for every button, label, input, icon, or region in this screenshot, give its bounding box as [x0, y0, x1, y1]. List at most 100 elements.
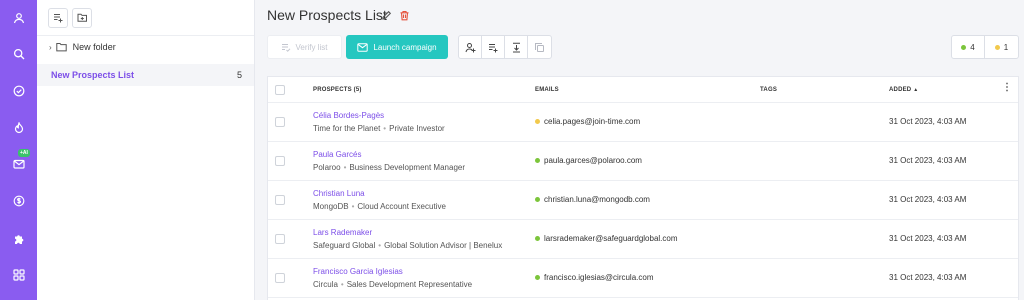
list-tools: [458, 35, 552, 59]
verify-list-button[interactable]: Verify list: [267, 35, 342, 59]
column-prospects[interactable]: PROSPECTS (5): [313, 87, 362, 93]
row-checkbox[interactable]: [275, 195, 285, 205]
table-row[interactable]: Christian Luna MongoDB • Cloud Account Exe…: [268, 181, 1018, 220]
prospect-email[interactable]: paula.garces@polaroo.com: [535, 156, 642, 165]
valid-status-dot: [961, 44, 967, 50]
valid-count-filter[interactable]: 4: [952, 36, 985, 58]
prospect-email[interactable]: christian.luna@mongodb.com: [535, 195, 650, 204]
prospects-table: PROSPECTS (5) EMAILS TAGS ADDED ▲ ⋮ Céli…: [267, 76, 1019, 300]
add-prospect-button[interactable]: [459, 36, 482, 58]
prospect-email[interactable]: francisco.iglesias@circula.com: [535, 273, 654, 282]
sidebar-item-new-prospects-list[interactable]: New Prospects List 5: [37, 64, 254, 86]
email-address: paula.garces@polaroo.com: [544, 156, 642, 165]
flame-icon[interactable]: [8, 117, 29, 138]
risky-count: 1: [1003, 42, 1009, 52]
risky-count-filter[interactable]: 1: [985, 36, 1018, 58]
prospect-details: Safeguard Global • Global Solution Advisor…: [313, 241, 502, 250]
prospect-email[interactable]: celia.pages@join-time.com: [535, 117, 640, 126]
email-address: christian.luna@mongodb.com: [544, 195, 650, 204]
add-folder-icon: [77, 13, 87, 22]
email-status-dot: [535, 197, 540, 202]
title-actions: [380, 9, 410, 21]
add-folder-button[interactable]: [72, 7, 92, 28]
mail-icon: [357, 42, 369, 52]
row-checkbox[interactable]: [275, 117, 285, 127]
launch-campaign-label: Launch campaign: [373, 42, 437, 52]
prospect-title: Business Development Manager: [349, 163, 466, 172]
prospect-title: Global Solution Advisor | Benelux: [384, 241, 503, 250]
search-icon[interactable]: [8, 43, 29, 64]
table-body: Célia Bordes-Pagès Time for the Planet • P…: [268, 103, 1018, 298]
table-row[interactable]: Francisco Garcia Iglesias Circula • Sales …: [268, 259, 1018, 298]
separator-dot: •: [383, 124, 387, 133]
separator-dot: •: [343, 163, 347, 172]
prospect-name[interactable]: Lars Rademaker: [313, 228, 372, 237]
prospect-name[interactable]: Francisco Garcia Iglesias: [313, 267, 403, 276]
prospect-company: Circula: [313, 280, 338, 289]
prospect-title: Cloud Account Executive: [357, 202, 446, 211]
more-options-icon[interactable]: ⋮: [1002, 83, 1012, 93]
select-all-checkbox[interactable]: [275, 85, 285, 95]
column-added-label: ADDED: [889, 87, 912, 93]
launch-campaign-button[interactable]: Launch campaign: [346, 35, 448, 59]
column-added[interactable]: ADDED ▲: [889, 87, 918, 93]
prospect-email[interactable]: larsrademaker@safeguardglobal.com: [535, 234, 678, 243]
list-name: New Prospects List: [51, 70, 135, 80]
prospect-company: Safeguard Global: [313, 241, 376, 250]
prospect-name[interactable]: Christian Luna: [313, 189, 365, 198]
row-checkbox[interactable]: [275, 234, 285, 244]
download-icon: [512, 42, 520, 52]
lists-toolbar: [37, 0, 254, 36]
prospect-title: Sales Development Representative: [346, 280, 473, 289]
table-row[interactable]: Lars Rademaker Safeguard Global • Global S…: [268, 220, 1018, 259]
prospect-name[interactable]: Célia Bordes-Pagès: [313, 111, 384, 120]
add-to-list-button[interactable]: [482, 36, 505, 58]
added-date: 31 Oct 2023, 4:03 AM: [889, 195, 967, 204]
table-row[interactable]: Paula Garcés Polaroo • Business Developmen…: [268, 142, 1018, 181]
list-count: 5: [236, 70, 242, 80]
table-row[interactable]: Célia Bordes-Pagès Time for the Planet • P…: [268, 103, 1018, 142]
verify-list-icon: [282, 43, 291, 52]
check-circle-icon[interactable]: [8, 80, 29, 101]
email-status-dot: [535, 119, 540, 124]
prospect-details: Circula • Sales Development Representative: [313, 280, 472, 289]
dollar-icon[interactable]: [8, 190, 29, 211]
add-user-icon: [465, 42, 475, 52]
table-header: PROSPECTS (5) EMAILS TAGS ADDED ▲ ⋮: [268, 77, 1018, 103]
separator-dot: •: [340, 280, 344, 289]
prospect-company: Time for the Planet: [313, 124, 381, 133]
add-list-icon: [488, 43, 497, 52]
puzzle-icon[interactable]: [8, 228, 29, 249]
column-tags[interactable]: TAGS: [760, 87, 777, 93]
add-list-button[interactable]: [48, 7, 68, 28]
column-emails[interactable]: EMAILS: [535, 87, 559, 93]
added-date: 31 Oct 2023, 4:03 AM: [889, 273, 967, 282]
valid-count: 4: [970, 42, 975, 52]
delete-list-button[interactable]: [398, 9, 410, 21]
copy-icon: [535, 42, 544, 52]
main-content: New Prospects List Verify list Launch ca…: [255, 0, 1024, 300]
trash-icon: [400, 10, 408, 20]
sort-asc-icon: ▲: [913, 87, 919, 93]
prospect-details: MongoDB • Cloud Account Executive: [313, 202, 446, 211]
duplicate-button[interactable]: [528, 36, 551, 58]
add-list-icon: [53, 14, 62, 23]
email-address: francisco.iglesias@circula.com: [544, 273, 654, 282]
risky-status-dot: [994, 44, 1000, 50]
user-icon[interactable]: [8, 7, 29, 28]
prospect-company: MongoDB: [313, 202, 349, 211]
export-button[interactable]: [505, 36, 528, 58]
folder-item[interactable]: › New folder: [49, 42, 116, 52]
row-checkbox[interactable]: [275, 156, 285, 166]
page-title: New Prospects List: [267, 7, 387, 23]
row-checkbox[interactable]: [275, 273, 285, 283]
status-counts: 4 1: [951, 35, 1019, 59]
edit-title-button[interactable]: [380, 9, 392, 21]
action-bar: Verify list Launch campaign: [267, 35, 552, 59]
separator-dot: •: [378, 241, 382, 250]
nav-rail: +AI: [0, 0, 37, 300]
prospect-name[interactable]: Paula Garcés: [313, 150, 361, 159]
grid-icon[interactable]: [8, 264, 29, 285]
chevron-right-icon: ›: [49, 42, 52, 52]
added-date: 31 Oct 2023, 4:03 AM: [889, 156, 967, 165]
